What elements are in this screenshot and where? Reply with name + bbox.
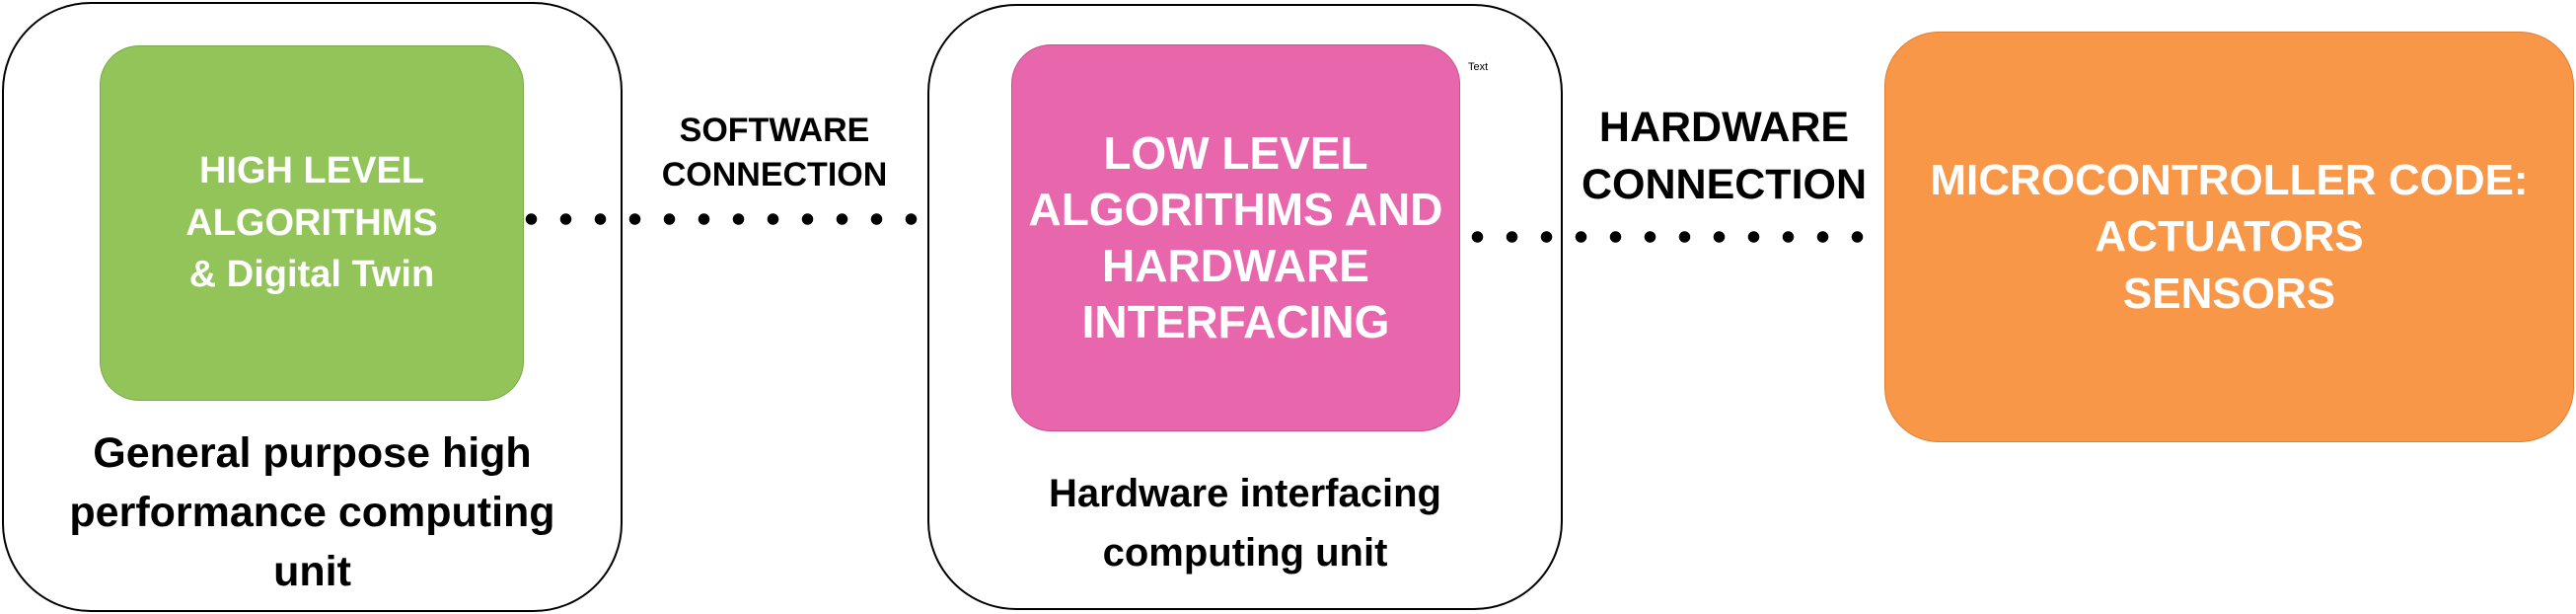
high-level-algorithms-block: HIGH LEVEL ALGORITHMS & Digital Twin bbox=[100, 45, 524, 401]
hardware-interfacing-unit-caption: Hardware interfacing computing unit bbox=[1049, 472, 1441, 575]
low-level-algorithms-block: LOW LEVEL ALGORITHMS AND HARDWARE INTERF… bbox=[1011, 44, 1460, 431]
software-connection-label: SOFTWARE CONNECTION bbox=[661, 112, 888, 193]
microcontroller-code-block: MICROCONTROLLER CODE: ACTUATORS SENSORS bbox=[1884, 32, 2574, 442]
hardware-connection-line bbox=[1460, 231, 1875, 243]
hardware-connection-label: HARDWARE CONNECTION bbox=[1581, 104, 1868, 209]
text-placeholder-label: Text bbox=[1468, 61, 1489, 73]
general-purpose-unit-caption: General purpose high performance computi… bbox=[69, 429, 555, 595]
